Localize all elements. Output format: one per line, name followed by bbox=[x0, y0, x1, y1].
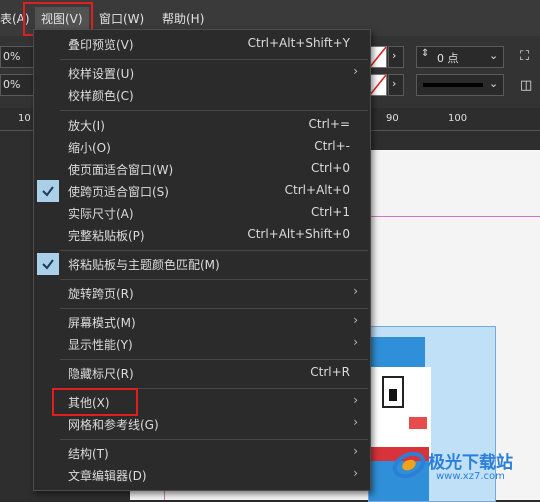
menu-item-proof-colors[interactable]: 校样颜色(C) bbox=[34, 84, 370, 106]
menu-separator bbox=[60, 59, 368, 60]
checkmark-icon bbox=[42, 259, 54, 270]
menu-item-label: 结构(T) bbox=[68, 447, 109, 461]
submenu-arrow-icon: › bbox=[353, 313, 358, 327]
menu-item-shortcut: Ctrl+1 bbox=[310, 205, 350, 219]
menu-item-label: 旋转跨页(R) bbox=[68, 287, 134, 301]
menu-item-story-editor[interactable]: 文章编辑器(D) › bbox=[34, 464, 370, 486]
submenu-arrow-icon: › bbox=[353, 466, 358, 480]
menu-item-shortcut: Ctrl+- bbox=[314, 139, 350, 153]
menu-item-screen-mode[interactable]: 屏幕模式(M) › bbox=[34, 311, 370, 333]
percent-field-2-value: 0% bbox=[3, 78, 21, 91]
submenu-arrow-icon: › bbox=[353, 415, 358, 429]
menu-item-overprint-preview[interactable]: 叠印预览(V) Ctrl+Alt+Shift+Y bbox=[34, 33, 370, 55]
menu-separator bbox=[60, 110, 368, 111]
submenu-arrow-icon: › bbox=[353, 64, 358, 78]
menu-item-label: 屏幕模式(M) bbox=[68, 316, 136, 330]
watermark-title: 极光下载站 bbox=[428, 453, 513, 473]
checkmark-icon bbox=[42, 186, 54, 197]
corner-icon[interactable]: ◫ bbox=[520, 78, 532, 93]
menu-item-shortcut: Ctrl+Alt+0 bbox=[284, 183, 350, 197]
chevron-down-icon: ⌄ bbox=[489, 77, 499, 90]
menu-item-shortcut: Ctrl+R bbox=[310, 365, 350, 379]
menu-item-label: 文章编辑器(D) bbox=[68, 469, 147, 483]
checkmark-box bbox=[37, 180, 59, 202]
fill-arrow-button[interactable]: › bbox=[388, 74, 404, 96]
no-fill-slash-icon bbox=[370, 75, 386, 95]
ruler-tick-label: 10 bbox=[18, 113, 31, 124]
menu-item-hide-rulers[interactable]: 隐藏标尺(R) Ctrl+R bbox=[34, 362, 370, 384]
stroke-arrow-button[interactable]: › bbox=[388, 46, 404, 68]
percent-field-1-value: 0% bbox=[3, 50, 21, 63]
menu-item-label: 实际尺寸(A) bbox=[68, 207, 134, 221]
menu-item-actual-size[interactable]: 实际尺寸(A) Ctrl+1 bbox=[34, 202, 370, 224]
watermark: 极光下载站 www.xz7.com bbox=[392, 446, 532, 486]
menu-item-label: 校样设置(U) bbox=[68, 67, 135, 81]
watermark-url: www.xz7.com bbox=[436, 471, 505, 482]
menu-help[interactable]: 帮助(H) bbox=[162, 10, 204, 27]
menu-item-match-pasteboard-theme[interactable]: 将粘贴板与主题颜色匹配(M) bbox=[34, 253, 370, 275]
ruler-tick-label: 100 bbox=[448, 113, 468, 124]
menu-separator bbox=[60, 279, 368, 280]
menu-separator bbox=[60, 308, 368, 309]
menu-item-entire-pasteboard[interactable]: 完整粘贴板(P) Ctrl+Alt+Shift+0 bbox=[34, 224, 370, 246]
chevron-right-icon: › bbox=[392, 77, 397, 90]
menu-item-grids-guides[interactable]: 网格和参考线(G) › bbox=[34, 413, 370, 435]
menu-item-label: 缩小(O) bbox=[68, 141, 111, 155]
menu-item-zoom-in[interactable]: 放大(I) Ctrl+= bbox=[34, 114, 370, 136]
menu-item-shortcut: Ctrl+0 bbox=[310, 161, 350, 175]
ruler-tick-label: 90 bbox=[386, 113, 399, 124]
transform-icon[interactable]: ⛶ bbox=[520, 49, 529, 64]
submenu-arrow-icon: › bbox=[353, 444, 358, 458]
menu-window[interactable]: 窗口(W) bbox=[99, 10, 144, 27]
stroke-weight-field[interactable]: ⇕ 0 点 ⌄ bbox=[416, 46, 504, 68]
menu-item-shortcut: Ctrl+Alt+Shift+0 bbox=[247, 227, 350, 241]
menu-item-label: 显示性能(Y) bbox=[68, 338, 133, 352]
checkmark-box bbox=[37, 253, 59, 275]
menu-item-label: 叠印预览(V) bbox=[68, 38, 134, 52]
view-dropdown-menu: 叠印预览(V) Ctrl+Alt+Shift+Y 校样设置(U) › 校样颜色(… bbox=[33, 29, 371, 491]
stroke-type-preview bbox=[423, 83, 483, 87]
menu-separator bbox=[60, 359, 368, 360]
menu-item-fit-spread[interactable]: 使跨页适合窗口(S) Ctrl+Alt+0 bbox=[34, 180, 370, 202]
menu-item-label: 网格和参考线(G) bbox=[68, 418, 159, 432]
menu-item-label: 使跨页适合窗口(S) bbox=[68, 185, 169, 199]
stepper-icon: ⇕ bbox=[421, 48, 430, 59]
submenu-arrow-icon: › bbox=[353, 284, 358, 298]
stroke-swatch[interactable] bbox=[369, 46, 387, 68]
percent-field-1[interactable]: 0% bbox=[0, 46, 34, 68]
percent-field-2[interactable]: 0% bbox=[0, 74, 34, 96]
menu-item-label: 放大(I) bbox=[68, 119, 105, 133]
menu-item-label: 完整粘贴板(P) bbox=[68, 229, 145, 243]
chevron-right-icon: › bbox=[392, 49, 397, 62]
menu-item-shortcut: Ctrl+= bbox=[308, 117, 350, 131]
menu-item-proof-setup[interactable]: 校样设置(U) › bbox=[34, 62, 370, 84]
menu-item-zoom-out[interactable]: 缩小(O) Ctrl+- bbox=[34, 136, 370, 158]
chevron-down-icon: ⌄ bbox=[489, 49, 499, 62]
menu-separator bbox=[60, 439, 368, 440]
stroke-type-field[interactable]: ⌄ bbox=[416, 74, 504, 96]
stroke-weight-value: 0 点 bbox=[437, 52, 459, 65]
menu-item-label: 隐藏标尺(R) bbox=[68, 367, 134, 381]
extras-highlight bbox=[52, 388, 138, 416]
fill-swatch[interactable] bbox=[369, 74, 387, 96]
menu-item-rotate-spread[interactable]: 旋转跨页(R) › bbox=[34, 282, 370, 304]
submenu-arrow-icon: › bbox=[353, 335, 358, 349]
aurora-logo-icon bbox=[392, 451, 426, 479]
menu-item-fit-page[interactable]: 使页面适合窗口(W) Ctrl+0 bbox=[34, 158, 370, 180]
no-stroke-slash-icon bbox=[370, 47, 386, 67]
menu-item-shortcut: Ctrl+Alt+Shift+Y bbox=[247, 36, 350, 50]
menu-item-label: 将粘贴板与主题颜色匹配(M) bbox=[68, 258, 220, 272]
submenu-arrow-icon: › bbox=[353, 393, 358, 407]
menu-item-label: 校样颜色(C) bbox=[68, 89, 134, 103]
menu-item-display-performance[interactable]: 显示性能(Y) › bbox=[34, 333, 370, 355]
menu-separator bbox=[60, 250, 368, 251]
menu-item-structure[interactable]: 结构(T) › bbox=[34, 442, 370, 464]
menu-item-label: 使页面适合窗口(W) bbox=[68, 163, 174, 177]
